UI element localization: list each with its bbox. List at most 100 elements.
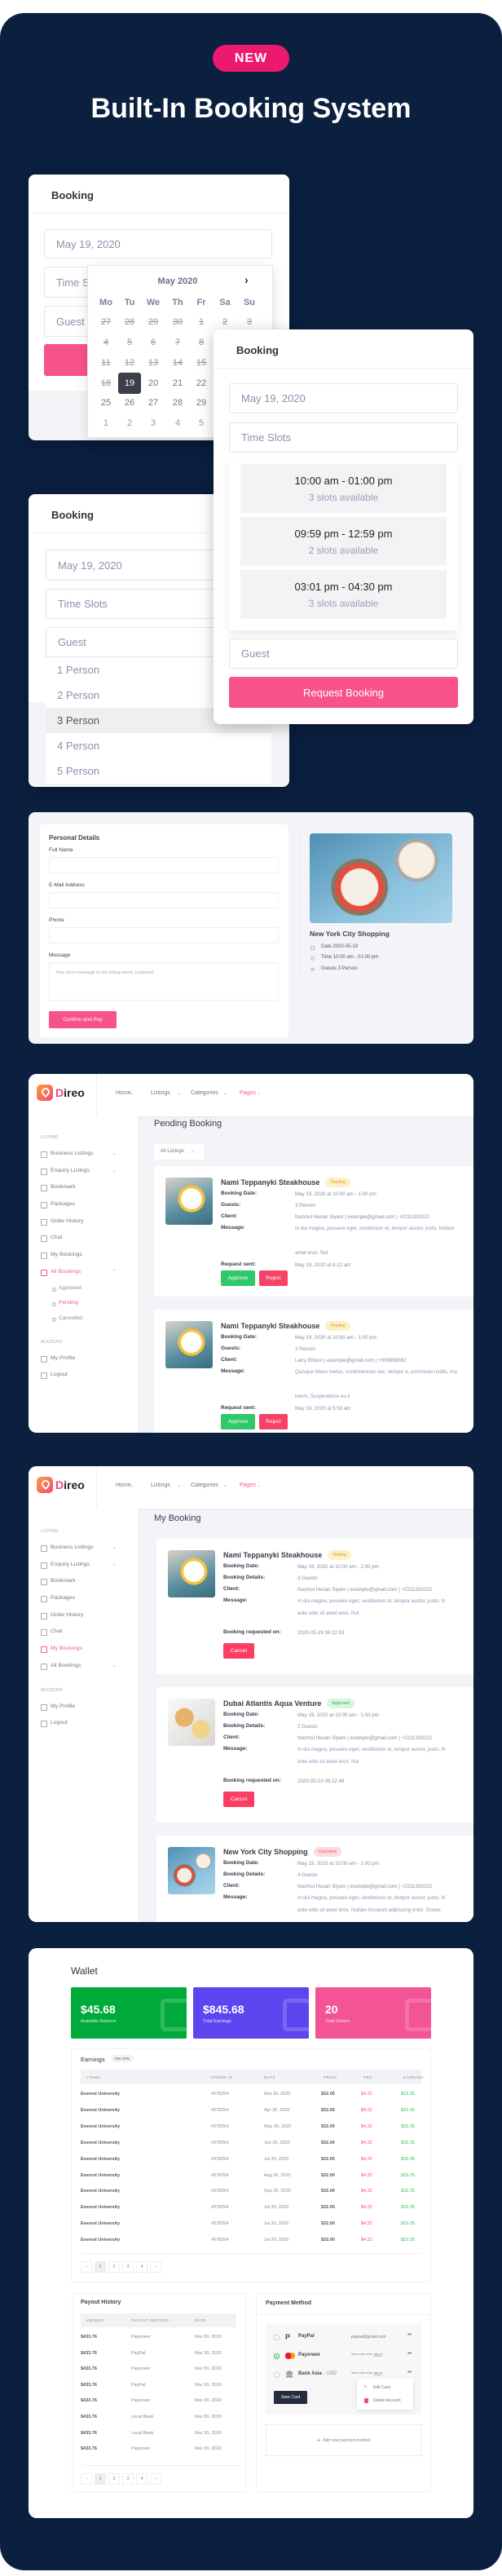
- nav-home[interactable]: Home: [116, 1482, 131, 1488]
- reject-button[interactable]: Reject: [259, 1414, 288, 1429]
- sidebar-item-all-bookings[interactable]: All Bookings ⌄: [41, 1658, 138, 1675]
- approve-button[interactable]: Approve: [221, 1270, 255, 1286]
- calendar-day[interactable]: 19: [118, 373, 141, 394]
- cancel-button[interactable]: Cancel: [223, 1643, 254, 1659]
- radio-button[interactable]: [274, 2335, 280, 2340]
- sidebar-item-my-profile[interactable]: My Profile: [41, 1350, 138, 1368]
- calendar-day[interactable]: 5: [191, 415, 212, 431]
- nav-home[interactable]: Home: [116, 1090, 131, 1096]
- nav-listings[interactable]: Listings: [151, 1090, 170, 1096]
- calendar-day[interactable]: 21: [167, 375, 188, 391]
- delete-account-menu-item[interactable]: Delete Account: [373, 2398, 401, 2403]
- listing-name[interactable]: Nami Teppanyki Steakhouse: [221, 1322, 319, 1330]
- sidebar-item-logout[interactable]: Logout: [41, 1715, 138, 1732]
- phone-input[interactable]: [49, 927, 279, 943]
- calendar-day[interactable]: 25: [95, 395, 117, 411]
- calendar-day[interactable]: 22: [191, 375, 212, 391]
- next-page-button[interactable]: ›: [150, 2261, 161, 2273]
- sidebar-item-my-bookings[interactable]: My Bookings: [41, 1641, 138, 1658]
- sidebar-item-packages[interactable]: Packages: [41, 1196, 138, 1213]
- chevron-up-icon[interactable]: ⌃: [112, 1264, 117, 1281]
- sidebar-item-cancelled[interactable]: Cancelled: [41, 1311, 138, 1327]
- listings-filter-select[interactable]: All Listings ⌄: [154, 1144, 204, 1160]
- sidebar-item-all-bookings[interactable]: All Bookings ⌃: [41, 1264, 138, 1281]
- page-button[interactable]: 1: [95, 2261, 106, 2273]
- prev-page-button[interactable]: ‹: [81, 2473, 92, 2485]
- date-input[interactable]: May 19, 2020: [44, 229, 272, 258]
- nav-pages[interactable]: Pages: [240, 1090, 256, 1096]
- email-input[interactable]: [49, 892, 279, 908]
- nav-categories[interactable]: Categories: [191, 1090, 218, 1096]
- prev-page-button[interactable]: ‹: [81, 2261, 92, 2273]
- save-card-button[interactable]: Save Card: [274, 2391, 307, 2404]
- sidebar-item-enquiry-listings[interactable]: Enquiry Listings ⌄: [41, 1163, 138, 1180]
- chevron-right-icon[interactable]: ›: [244, 273, 249, 286]
- calendar-day[interactable]: 28: [167, 395, 188, 411]
- sidebar-item-bookmark[interactable]: Bookmark: [41, 1179, 138, 1196]
- listing-name[interactable]: Nami Teppanyki Steakhouse: [221, 1178, 319, 1186]
- nav-pages[interactable]: Pages: [240, 1482, 256, 1488]
- calendar-day[interactable]: 29: [191, 395, 212, 411]
- page-button[interactable]: 3: [122, 2473, 134, 2485]
- time-slot-option[interactable]: 10:00 am - 01:00 pm 3 slots available: [240, 464, 447, 513]
- approve-button[interactable]: Approve: [221, 1414, 255, 1429]
- calendar-day[interactable]: 27: [143, 395, 164, 411]
- sidebar-item-logout[interactable]: Logout: [41, 1367, 138, 1384]
- page-button[interactable]: 3: [122, 2261, 134, 2273]
- sidebar-item-my-bookings[interactable]: My Bookings: [41, 1247, 138, 1264]
- sidebar-item-chat[interactable]: Chat: [41, 1624, 138, 1641]
- cancel-button[interactable]: Cancel: [223, 1792, 254, 1807]
- chevron-down-icon[interactable]: ⌄: [112, 1540, 117, 1557]
- calendar-day[interactable]: 26: [119, 395, 140, 411]
- sidebar-item-order-history[interactable]: Order History: [41, 1607, 138, 1624]
- calendar-day[interactable]: 3: [143, 415, 164, 431]
- sidebar-item-enquiry-listings[interactable]: Enquiry Listings ⌄: [41, 1557, 138, 1574]
- sidebar-item-order-history[interactable]: Order History: [41, 1213, 138, 1231]
- time-slots-input[interactable]: Time Slots: [229, 422, 458, 453]
- sidebar-item-chat[interactable]: Chat: [41, 1230, 138, 1247]
- page-button[interactable]: 2: [108, 2473, 120, 2485]
- sidebar-item-my-profile[interactable]: My Profile: [41, 1699, 138, 1716]
- chevron-down-icon[interactable]: ⌄: [112, 1163, 117, 1180]
- edit-card-menu-item[interactable]: Edit Card: [373, 2385, 390, 2390]
- sidebar-item-bookmark[interactable]: Bookmark: [41, 1573, 138, 1590]
- radio-button[interactable]: [274, 2353, 280, 2359]
- full-name-input[interactable]: [49, 857, 279, 873]
- listing-name[interactable]: Nami Teppanyki Steakhouse: [223, 1551, 322, 1559]
- confirm-and-pay-button[interactable]: Confirm and Pay: [49, 1011, 117, 1028]
- nav-categories[interactable]: Categories: [191, 1482, 218, 1488]
- sidebar-item-business-listings[interactable]: Business Listings ⌄: [41, 1146, 138, 1163]
- listing-name[interactable]: Dubai Atlantis Aqua Venture: [223, 1699, 321, 1708]
- time-slot-option[interactable]: 09:59 pm - 12:59 pm 2 slots available: [240, 517, 447, 566]
- logo[interactable]: Direo: [37, 1477, 85, 1493]
- page-button[interactable]: 1: [95, 2473, 106, 2485]
- guest-option[interactable]: 5 Person: [46, 758, 271, 784]
- calendar-day[interactable]: 1: [95, 415, 117, 431]
- nav-listings[interactable]: Listings: [151, 1482, 170, 1488]
- reject-button[interactable]: Reject: [259, 1270, 288, 1286]
- message-textarea[interactable]: Your short message to the listing owner …: [49, 962, 279, 1001]
- sidebar-item-pending[interactable]: Pending: [41, 1296, 138, 1311]
- calendar-day[interactable]: 2: [119, 415, 140, 431]
- time-slot-option[interactable]: 03:01 pm - 04:30 pm 3 slots available: [240, 570, 447, 619]
- next-page-button[interactable]: ›: [150, 2473, 161, 2485]
- sidebar-item-approved[interactable]: Approved: [41, 1281, 138, 1297]
- sidebar-item-business-listings[interactable]: Business Listings ⌄: [41, 1540, 138, 1557]
- chevron-down-icon[interactable]: ⌄: [112, 1658, 117, 1675]
- more-dots-icon[interactable]: •••: [407, 2351, 412, 2357]
- calendar-day[interactable]: 4: [167, 415, 188, 431]
- page-button[interactable]: 4: [136, 2473, 148, 2485]
- request-booking-button[interactable]: Request Booking: [229, 677, 458, 708]
- page-button[interactable]: 2: [108, 2261, 120, 2273]
- more-dots-icon[interactable]: •••: [407, 2332, 412, 2338]
- chevron-down-icon[interactable]: ⌄: [112, 1146, 117, 1163]
- guest-input[interactable]: Guest: [229, 638, 458, 669]
- logo[interactable]: Direo: [37, 1085, 85, 1101]
- date-input[interactable]: May 19, 2020: [229, 383, 458, 413]
- guest-option[interactable]: 4 Person: [46, 733, 271, 758]
- radio-button[interactable]: [274, 2372, 280, 2378]
- add-payment-method-button[interactable]: + Add new payment method: [266, 2424, 421, 2456]
- chevron-down-icon[interactable]: ⌄: [112, 1557, 117, 1574]
- page-button[interactable]: 4: [136, 2261, 148, 2273]
- sidebar-item-packages[interactable]: Packages: [41, 1590, 138, 1607]
